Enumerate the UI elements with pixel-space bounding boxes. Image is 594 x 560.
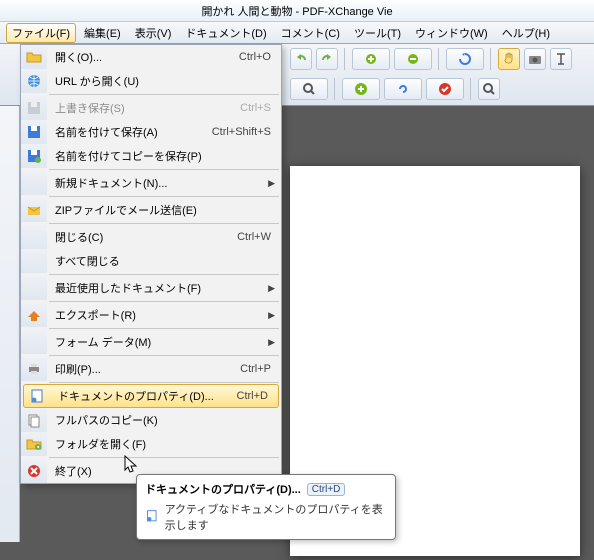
plus-circle-icon bbox=[353, 81, 369, 97]
find-icon bbox=[301, 81, 317, 97]
menu-save-copy[interactable]: 名前を付けてコピーを保存(P) bbox=[21, 144, 281, 168]
mouse-cursor-icon bbox=[124, 455, 138, 475]
menu-separator bbox=[49, 301, 279, 302]
chevron-right-icon: ▶ bbox=[268, 283, 275, 294]
menu-form-data[interactable]: フォーム データ(M) ▶ bbox=[21, 330, 281, 354]
tb-separator bbox=[490, 48, 492, 70]
tb-security[interactable] bbox=[426, 78, 464, 100]
tooltip-desc: アクティブなドキュメントのプロパティを表示します bbox=[165, 501, 387, 533]
menu-document[interactable]: ドキュメント(D) bbox=[179, 23, 272, 43]
zip-mail-icon bbox=[26, 202, 42, 218]
menu-print[interactable]: 印刷(P)... Ctrl+P bbox=[21, 357, 281, 381]
menu-save-over: 上書き保存(S) Ctrl+S bbox=[21, 96, 281, 120]
menu-separator bbox=[49, 223, 279, 224]
menu-recent[interactable]: 最近使用したドキュメント(F) ▶ bbox=[21, 276, 281, 300]
menu-separator bbox=[49, 328, 279, 329]
menu-window[interactable]: ウィンドウ(W) bbox=[409, 23, 494, 43]
tooltip-shortcut: Ctrl+D bbox=[307, 483, 346, 496]
minus-icon bbox=[405, 51, 421, 67]
tb-search[interactable] bbox=[478, 78, 500, 100]
menu-open-folder[interactable]: フォルダを開く(F) bbox=[21, 432, 281, 456]
hand-icon bbox=[501, 51, 517, 67]
chevron-right-icon: ▶ bbox=[268, 337, 275, 348]
tb-redo[interactable] bbox=[316, 48, 338, 70]
link-icon bbox=[395, 81, 411, 97]
menu-comment[interactable]: コメント(C) bbox=[275, 23, 346, 43]
menu-separator bbox=[49, 274, 279, 275]
tb-link[interactable] bbox=[384, 78, 422, 100]
tb-undo[interactable] bbox=[290, 48, 312, 70]
menu-view[interactable]: 表示(V) bbox=[129, 23, 178, 43]
menu-file[interactable]: ファイル(F) bbox=[6, 23, 76, 43]
text-select-icon bbox=[553, 51, 569, 67]
tb-snapshot[interactable] bbox=[524, 48, 546, 70]
menu-doc-properties[interactable]: ドキュメントのプロパティ(D)... Ctrl+D bbox=[23, 384, 279, 408]
menu-zip-mail[interactable]: ZIPファイルでメール送信(E) bbox=[21, 198, 281, 222]
properties-icon bbox=[29, 388, 45, 404]
tb-separator bbox=[438, 48, 440, 70]
tb-add[interactable] bbox=[342, 78, 380, 100]
save-icon bbox=[26, 100, 42, 116]
menu-new-doc[interactable]: 新規ドキュメント(N)... ▶ bbox=[21, 171, 281, 195]
menu-open[interactable]: 開く(O)... Ctrl+O bbox=[21, 45, 281, 69]
menu-close-all[interactable]: すべて閉じる bbox=[21, 249, 281, 273]
plus-icon bbox=[363, 51, 379, 67]
menu-open-url[interactable]: URL から開く(U) bbox=[21, 69, 281, 93]
shield-red-icon bbox=[437, 81, 453, 97]
tb-separator bbox=[470, 78, 472, 100]
menu-bar: ファイル(F) 編集(E) 表示(V) ドキュメント(D) コメント(C) ツー… bbox=[0, 22, 594, 44]
menu-export[interactable]: エクスポート(R) ▶ bbox=[21, 303, 281, 327]
window-title: 開かれ 人間と動物 - PDF-XChange Vie bbox=[201, 3, 392, 19]
menu-copy-full-path[interactable]: フルパスのコピー(K) bbox=[21, 408, 281, 432]
tb-rotate[interactable] bbox=[446, 48, 484, 70]
menu-help[interactable]: ヘルプ(H) bbox=[496, 23, 556, 43]
globe-icon bbox=[26, 73, 42, 89]
folder-go-icon bbox=[26, 436, 42, 452]
menu-separator bbox=[49, 169, 279, 170]
title-bar: 開かれ 人間と動物 - PDF-XChange Vie bbox=[0, 0, 594, 22]
thumbnails-pane-tab[interactable] bbox=[0, 106, 20, 542]
tb-find[interactable] bbox=[290, 78, 328, 100]
tooltip: ドキュメントのプロパティ(D)... Ctrl+D アクティブなドキュメントのプ… bbox=[136, 474, 396, 540]
tb-hand[interactable] bbox=[498, 48, 520, 70]
export-icon bbox=[26, 307, 42, 323]
menu-separator bbox=[49, 457, 279, 458]
copy-path-icon bbox=[26, 412, 42, 428]
menu-close[interactable]: 閉じる(C) Ctrl+W bbox=[21, 225, 281, 249]
save-copy-icon bbox=[26, 148, 42, 164]
save-as-icon bbox=[26, 124, 42, 140]
tb-select[interactable] bbox=[550, 48, 572, 70]
rotate-icon bbox=[457, 51, 473, 67]
tb-separator bbox=[344, 48, 346, 70]
menu-edit[interactable]: 編集(E) bbox=[78, 23, 127, 43]
search-icon bbox=[481, 81, 497, 97]
camera-icon bbox=[527, 51, 543, 67]
tb-zoomout[interactable] bbox=[394, 48, 432, 70]
redo-icon bbox=[319, 51, 335, 67]
tb-zoomin[interactable] bbox=[352, 48, 390, 70]
exit-icon bbox=[26, 463, 42, 479]
menu-separator bbox=[49, 94, 279, 95]
chevron-right-icon: ▶ bbox=[268, 310, 275, 321]
tooltip-title: ドキュメントのプロパティ(D)... bbox=[145, 481, 301, 497]
menu-separator bbox=[49, 355, 279, 356]
menu-separator bbox=[49, 382, 279, 383]
folder-open-icon bbox=[26, 49, 42, 65]
menu-separator bbox=[49, 196, 279, 197]
menu-save-as[interactable]: 名前を付けて保存(A) Ctrl+Shift+S bbox=[21, 120, 281, 144]
tb-separator bbox=[334, 78, 336, 100]
file-menu-dropdown: 開く(O)... Ctrl+O URL から開く(U) 上書き保存(S) Ctr… bbox=[20, 44, 282, 484]
menu-tool[interactable]: ツール(T) bbox=[348, 23, 407, 43]
properties-icon bbox=[145, 509, 159, 525]
chevron-right-icon: ▶ bbox=[268, 178, 275, 189]
printer-icon bbox=[26, 361, 42, 377]
undo-icon bbox=[293, 51, 309, 67]
